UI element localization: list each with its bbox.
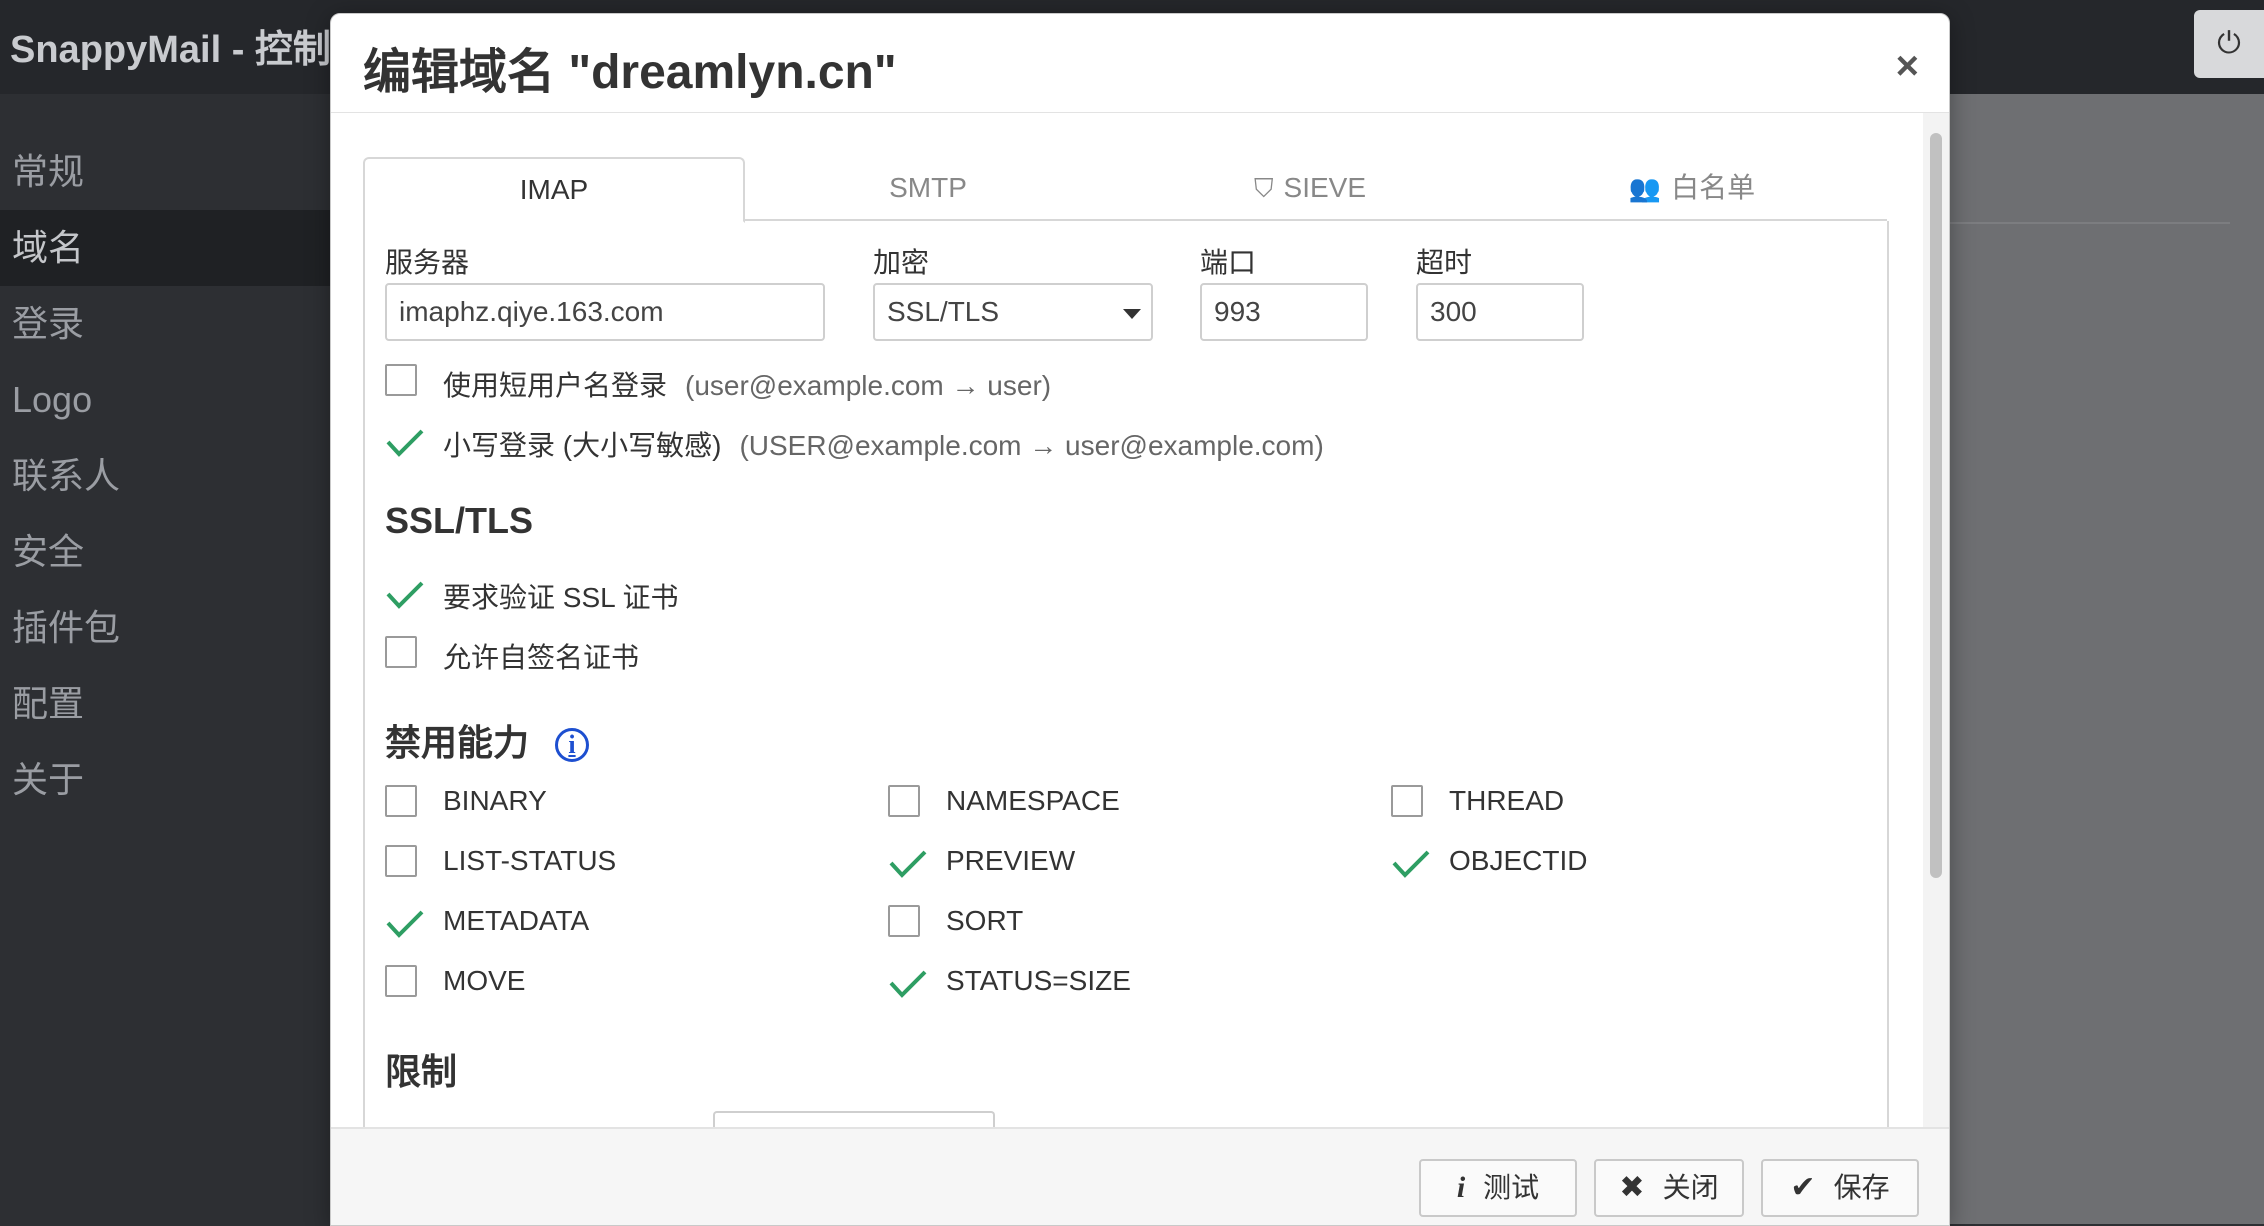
tab-label: 白名单 xyxy=(1671,172,1756,203)
checkbox-unchecked[interactable] xyxy=(1391,785,1423,817)
server-input[interactable]: imaphz.qiye.163.com xyxy=(385,283,825,341)
checkbox-unchecked[interactable] xyxy=(385,636,417,668)
sidebar-item-general[interactable]: 常规 xyxy=(0,134,330,210)
filter-icon: ⛉ xyxy=(1254,173,1274,203)
checkbox-unchecked[interactable] xyxy=(385,785,417,817)
timeout-input[interactable]: 300 xyxy=(1416,283,1584,341)
short-login-label: 使用短用户名登录 xyxy=(443,370,668,401)
short-login-hint: (user@example.com → user) xyxy=(685,370,1052,401)
logout-button[interactable]: ⏻ xyxy=(2194,10,2264,78)
tab-label: SMTP xyxy=(889,172,967,203)
checkbox-unchecked[interactable] xyxy=(888,785,920,817)
power-icon: ⏻ xyxy=(2217,27,2241,60)
encryption-select[interactable]: SSL/TLS xyxy=(873,283,1153,341)
divider xyxy=(1950,222,2230,224)
disable-caps-title: 禁用能力 i xyxy=(385,714,590,766)
cap-label: STATUS=SIZE xyxy=(946,965,1131,996)
tab-sieve[interactable]: ⛉ SIEVE xyxy=(1121,157,1499,219)
checkbox-unchecked[interactable] xyxy=(385,965,417,997)
encryption-label: 加密 xyxy=(873,247,930,278)
self-signed-label: 允许自签名证书 xyxy=(443,642,640,673)
checkmark-icon[interactable] xyxy=(385,574,425,614)
sidebar-item-login[interactable]: 登录 xyxy=(0,286,330,362)
disable-caps-label: 禁用能力 xyxy=(385,722,530,763)
dialog-scrollbar[interactable] xyxy=(1923,113,1949,1140)
tab-imap[interactable]: IMAP xyxy=(363,157,745,223)
close-button[interactable]: ✖ 关闭 xyxy=(1594,1159,1744,1217)
tab-whitelist[interactable]: 👥 白名单 xyxy=(1503,157,1881,219)
encryption-value: SSL/TLS xyxy=(887,296,1000,327)
sidebar-item-contacts[interactable]: 联系人 xyxy=(0,438,330,514)
info-icon: i xyxy=(1456,1171,1466,1204)
info-icon[interactable]: i xyxy=(555,728,590,763)
cap-label: SORT xyxy=(946,905,1024,936)
close-icon[interactable]: × xyxy=(1896,46,1919,86)
checkbox-unchecked[interactable] xyxy=(888,905,920,937)
cap-label: MOVE xyxy=(443,965,526,996)
caret-down-icon xyxy=(1123,309,1141,319)
verify-ssl-label: 要求验证 SSL 证书 xyxy=(443,582,679,613)
cap-label: OBJECTID xyxy=(1449,845,1588,876)
limits-section-title: 限制 xyxy=(385,1051,458,1092)
lowercase-login-text: 小写登录 (大小写敏感) (USER@example.com → user@exa… xyxy=(443,424,1324,464)
port-label: 端口 xyxy=(1200,247,1257,278)
save-button-label: 保存 xyxy=(1833,1172,1890,1203)
tab-smtp[interactable]: SMTP xyxy=(739,157,1117,219)
imap-tab-pane xyxy=(363,221,1889,1140)
edit-domain-dialog: 编辑域名 "dreamlyn.cn" × IMAP SMTP ⛉ SIEVE 👥 白… xyxy=(330,13,1950,1226)
test-button[interactable]: i 测试 xyxy=(1419,1159,1577,1217)
checkmark-icon[interactable] xyxy=(888,843,928,883)
scrollbar-thumb[interactable] xyxy=(1930,133,1942,878)
sidebar-item-security[interactable]: 安全 xyxy=(0,514,330,590)
cap-label: NAMESPACE xyxy=(946,785,1120,816)
test-button-label: 测试 xyxy=(1483,1172,1540,1203)
short-login-text: 使用短用户名登录 (user@example.com → user) xyxy=(443,364,1051,404)
cap-label: METADATA xyxy=(443,905,590,936)
dialog-footer: i 测试 ✖ 关闭 ✔ 保存 xyxy=(331,1127,1949,1225)
checkmark-icon[interactable] xyxy=(385,422,425,462)
save-button[interactable]: ✔ 保存 xyxy=(1761,1159,1919,1217)
dialog-header: 编辑域名 "dreamlyn.cn" × xyxy=(331,14,1949,113)
sidebar-item-packages[interactable]: 插件包 xyxy=(0,590,330,666)
tab-label: IMAP xyxy=(519,174,589,205)
dialog-title: 编辑域名 "dreamlyn.cn" xyxy=(363,46,897,99)
port-input[interactable]: 993 xyxy=(1200,283,1368,341)
ssl-section-title: SSL/TLS xyxy=(385,500,534,541)
check-icon: ✔ xyxy=(1790,1171,1816,1204)
sidebar-item-about[interactable]: 关于 xyxy=(0,742,330,818)
sidebar-item-domains[interactable]: 域名 xyxy=(0,210,330,286)
admin-sidebar: 常规 域名 登录 Logo 联系人 安全 插件包 配置 关于 xyxy=(0,134,330,818)
cap-label: PREVIEW xyxy=(946,845,1076,876)
protocol-tabs: IMAP SMTP ⛉ SIEVE 👥 白名单 xyxy=(363,157,1887,223)
lowercase-login-label: 小写登录 (大小写敏感) xyxy=(443,430,722,461)
cap-label: LIST-STATUS xyxy=(443,845,617,876)
tab-label: SIEVE xyxy=(1283,172,1366,203)
sidebar-item-logo[interactable]: Logo xyxy=(0,362,330,438)
checkmark-icon[interactable] xyxy=(385,903,425,943)
close-button-label: 关闭 xyxy=(1662,1172,1719,1203)
checkmark-icon[interactable] xyxy=(1391,843,1431,883)
sidebar-item-config[interactable]: 配置 xyxy=(0,666,330,742)
checkbox-unchecked[interactable] xyxy=(385,845,417,877)
checkbox-unchecked[interactable] xyxy=(385,364,417,396)
cap-label: THREAD xyxy=(1449,785,1565,816)
times-icon: ✖ xyxy=(1619,1171,1645,1204)
app-title: SnappyMail - 控制面 xyxy=(10,29,369,71)
lowercase-login-hint: (USER@example.com → user@example.com) xyxy=(739,430,1324,461)
server-label: 服务器 xyxy=(385,247,470,278)
dialog-body: IMAP SMTP ⛉ SIEVE 👥 白名单 服务器 imaphz.qiye.16… xyxy=(331,113,1949,1140)
timeout-label: 超时 xyxy=(1416,247,1473,278)
checkmark-icon[interactable] xyxy=(888,963,928,1003)
users-icon: 👥 xyxy=(1628,173,1662,203)
cap-label: BINARY xyxy=(443,785,547,816)
